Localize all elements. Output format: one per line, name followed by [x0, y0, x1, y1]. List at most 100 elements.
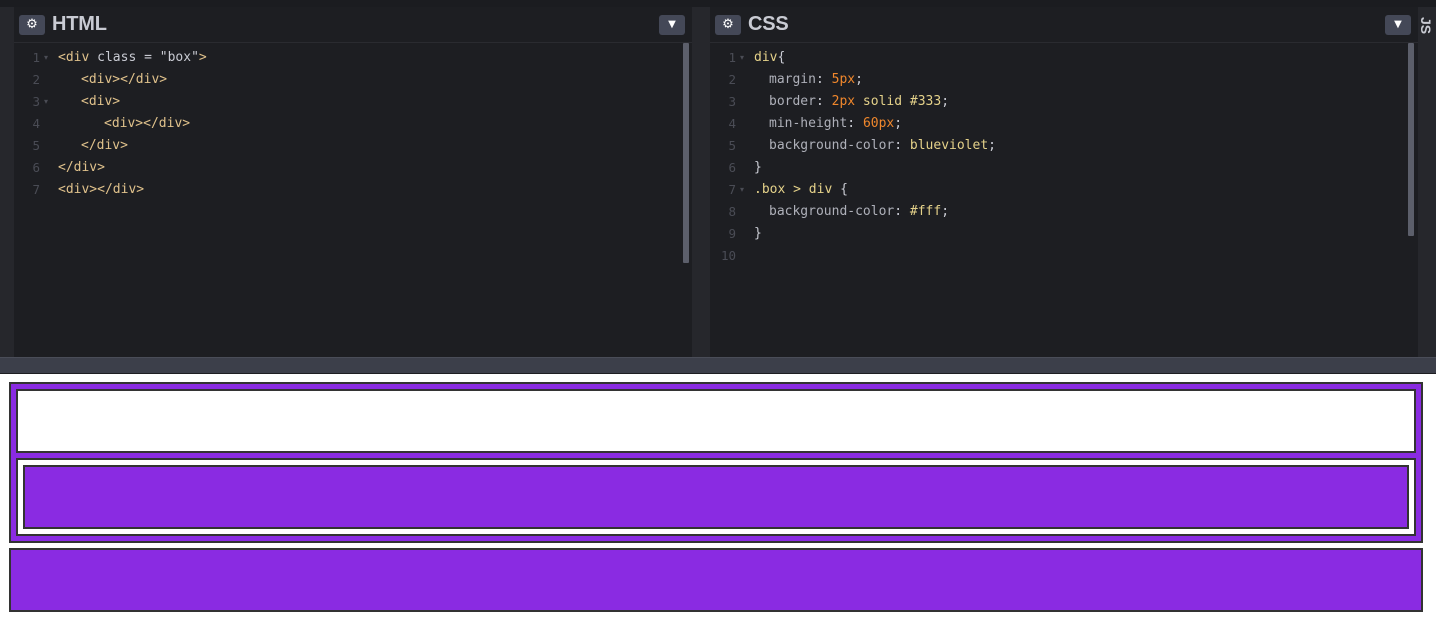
js-tab-label: JS [1418, 17, 1434, 35]
code-token: : [894, 204, 910, 219]
code-token: ; [941, 204, 950, 219]
html-code-editor[interactable]: 1 ▾ <div class = "box"> 2 <div></div> 3 ▾ <div>… [14, 47, 692, 357]
code-text: background-color: blueviolet; [769, 135, 996, 157]
code-line[interactable]: 7 ▾ .box > div { [710, 179, 1350, 201]
code-token: </div> [58, 160, 105, 175]
code-text: </div> [81, 135, 128, 157]
code-token: "box" [159, 50, 199, 65]
code-text: } [754, 157, 762, 179]
code-token: background-color [769, 204, 895, 219]
code-line[interactable]: 9} [710, 223, 1350, 245]
top-strip [0, 0, 1436, 7]
code-token: : [815, 94, 832, 109]
line-number: 3 [32, 94, 40, 109]
code-token: margin [769, 72, 816, 87]
html-settings-button[interactable]: ⚙ [19, 15, 45, 35]
code-token: 2px [831, 94, 856, 109]
line-number: 1 [728, 50, 736, 65]
code-token: <div [58, 50, 98, 65]
fold-toggle-icon[interactable]: ▾ [44, 47, 48, 69]
left-gutter [0, 7, 14, 357]
html-editor-panel: ⚙ HTML ▼ 1 ▾ <div class = "box"> 2 <div></di… [14, 7, 692, 357]
code-token: } [754, 160, 762, 175]
code-token: min-height [769, 116, 848, 131]
js-panel-tab[interactable]: JS [1418, 7, 1436, 357]
chevron-down-icon: ▼ [1394, 19, 1402, 30]
code-token: ; [941, 94, 950, 109]
code-line[interactable]: 1 ▾ <div class = "box"> [14, 47, 654, 69]
code-token: <div> [81, 94, 121, 109]
chevron-down-icon: ▼ [668, 19, 676, 30]
code-line[interactable]: 4 <div></div> [14, 113, 654, 135]
line-number: 3 [728, 94, 736, 109]
css-code-editor[interactable]: 1 ▾ div{2 margin: 5px; 3 border: 2px solid #3… [710, 47, 1418, 357]
code-token: : [894, 138, 910, 153]
code-token: .box > div [754, 182, 833, 197]
code-line[interactable]: 2 margin: 5px; [710, 69, 1350, 91]
code-token: { [777, 50, 786, 65]
code-line[interactable]: 8 background-color: #fff; [710, 201, 1350, 223]
code-line[interactable]: 5 background-color: blueviolet; [710, 135, 1350, 157]
code-text: <div></div> [81, 69, 167, 91]
css-scrollbar[interactable] [1408, 43, 1414, 236]
code-token: } [754, 226, 762, 241]
css-panel-header: ⚙ CSS ▼ [710, 7, 1418, 43]
code-text: <div></div> [104, 113, 190, 135]
line-number: 4 [728, 116, 736, 131]
panel-resize-handle[interactable] [692, 7, 710, 357]
code-line[interactable]: 3 ▾ <div> [14, 91, 654, 113]
css-collapse-button[interactable]: ▼ [1385, 15, 1411, 35]
editor-area: ⚙ HTML ▼ 1 ▾ <div class = "box"> 2 <div></di… [0, 0, 1436, 357]
code-text: border: 2px solid #333; [769, 91, 949, 113]
line-number: 1 [32, 50, 40, 65]
code-token: > [198, 50, 207, 65]
code-text: <div> [81, 91, 120, 113]
line-number: 4 [32, 116, 40, 131]
code-token: <div></div> [104, 116, 191, 131]
line-number: 6 [32, 160, 40, 175]
code-token: class [97, 50, 137, 65]
css-settings-button[interactable]: ⚙ [715, 15, 741, 35]
code-line[interactable]: 1 ▾ div{ [710, 47, 1350, 69]
code-text: <div></div> [58, 179, 144, 201]
line-number: 2 [728, 72, 736, 87]
html-collapse-button[interactable]: ▼ [659, 15, 685, 35]
code-line[interactable]: 3 border: 2px solid #333; [710, 91, 1350, 113]
fold-toggle-icon[interactable]: ▾ [740, 179, 744, 201]
code-token: border [769, 94, 816, 109]
code-line[interactable]: 7 <div></div> [14, 179, 654, 201]
code-token: <div></div> [58, 182, 145, 197]
fold-toggle-icon[interactable]: ▾ [44, 91, 48, 113]
line-number: 5 [728, 138, 736, 153]
preview-resize-bar[interactable] [0, 357, 1436, 374]
code-text: .box > div { [754, 179, 848, 201]
html-panel-header: ⚙ HTML ▼ [14, 7, 692, 43]
css-panel-title: CSS [748, 13, 789, 35]
preview-sibling-div [9, 548, 1423, 612]
line-number: 7 [728, 182, 736, 197]
html-scrollbar[interactable] [683, 43, 689, 263]
code-token: solid #333 [855, 94, 942, 109]
css-editor-panel: ⚙ CSS ▼ 1 ▾ div{2 margin: 5px; 3 border: 2px … [710, 7, 1418, 357]
code-line[interactable]: 6} [710, 157, 1350, 179]
code-token: background-color [769, 138, 895, 153]
code-token: : [847, 116, 863, 131]
fold-toggle-icon[interactable]: ▾ [740, 47, 744, 69]
code-line[interactable]: 6 </div> [14, 157, 654, 179]
code-text: <div class = "box"> [58, 47, 207, 69]
code-token: #fff [909, 204, 942, 219]
code-line[interactable]: 2 <div></div> [14, 69, 654, 91]
code-line[interactable]: 10 [710, 245, 1350, 267]
line-number: 5 [32, 138, 40, 153]
code-text: background-color: #fff; [769, 201, 949, 223]
line-number: 10 [720, 248, 736, 263]
code-line[interactable]: 4 min-height: 60px; [710, 113, 1350, 135]
code-text: </div> [58, 157, 105, 179]
code-token: ; [988, 138, 996, 153]
code-token: div [754, 50, 778, 65]
code-line[interactable]: 5 </div> [14, 135, 654, 157]
line-number: 2 [32, 72, 40, 87]
code-token: ; [894, 116, 903, 131]
preview-grandchild-div [23, 465, 1409, 529]
code-token: : [815, 72, 832, 87]
